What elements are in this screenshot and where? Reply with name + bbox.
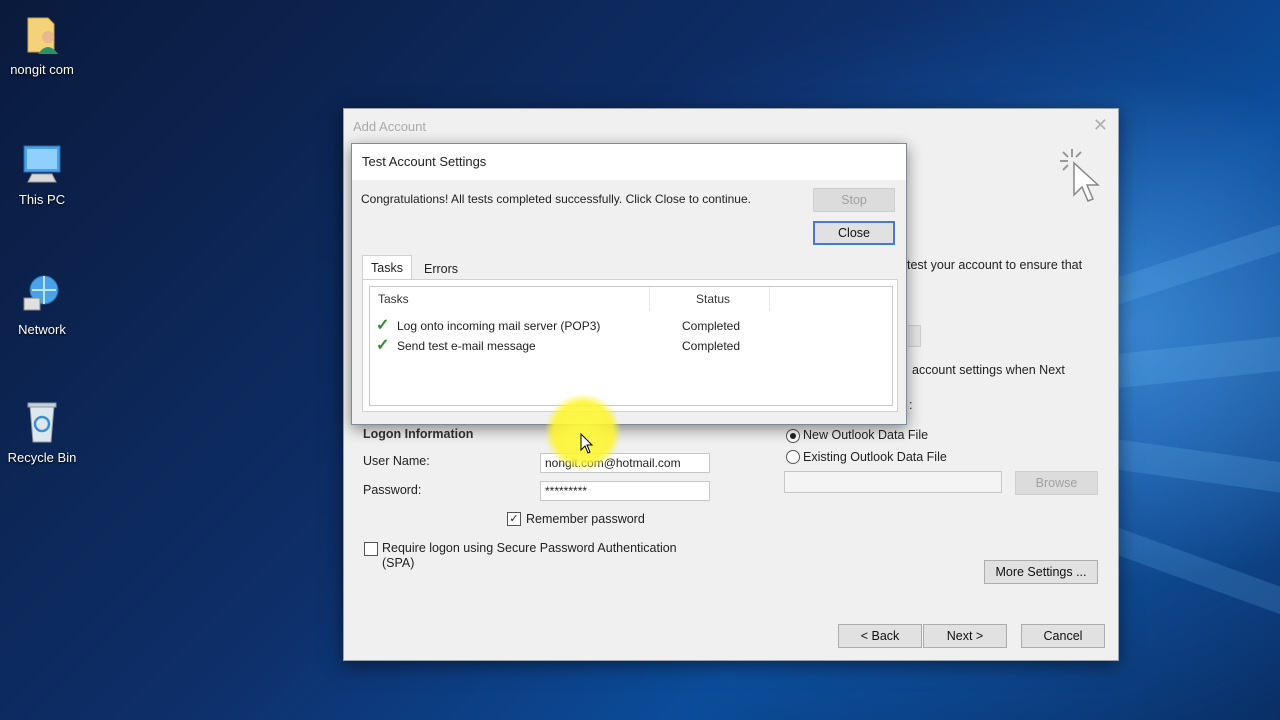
- mouse-pointer-icon: [580, 432, 594, 455]
- column-header-tasks[interactable]: Tasks: [370, 287, 650, 311]
- password-input[interactable]: [540, 481, 710, 501]
- desktop-icon-network[interactable]: Network: [0, 270, 84, 337]
- tab-tasks[interactable]: Tasks: [362, 255, 412, 280]
- more-settings-button[interactable]: More Settings ...: [984, 560, 1098, 584]
- spa-checkbox[interactable]: [364, 542, 378, 556]
- task-row: ✓ Log onto incoming mail server (POP3) C…: [370, 317, 892, 336]
- desktop-icon-recycle-bin[interactable]: Recycle Bin: [0, 398, 84, 465]
- close-icon[interactable]: ✕: [1093, 115, 1108, 136]
- recycle-bin-icon: [18, 398, 66, 446]
- logon-information-heading: Logon Information: [363, 427, 474, 441]
- task-name: Log onto incoming mail server (POP3): [397, 319, 601, 333]
- remember-password-checkbox[interactable]: ✓: [507, 512, 521, 526]
- network-icon: [18, 270, 66, 318]
- column-header-status[interactable]: Status: [657, 287, 770, 311]
- window-title: Add Account: [353, 119, 426, 134]
- user-folder-icon: [18, 10, 66, 58]
- check-icon: ✓: [376, 317, 390, 334]
- tasks-panel: Tasks Status ✓ Log onto incoming mail se…: [362, 279, 898, 412]
- task-row: ✓ Send test e-mail message Completed: [370, 337, 892, 356]
- deliver-text-fragment: :: [909, 398, 913, 412]
- test-account-settings-dialog: Test Account Settings Congratulations! A…: [351, 143, 907, 425]
- intro-text-fragment: test your account to ensure that: [907, 258, 1083, 272]
- password-label: Password:: [363, 483, 422, 497]
- new-data-file-label: New Outlook Data File: [803, 428, 929, 442]
- hidden-button-edge: [908, 325, 921, 347]
- desktop-icon-label: Network: [18, 322, 66, 337]
- back-button[interactable]: < Back: [838, 624, 922, 648]
- data-file-path-input[interactable]: [784, 471, 1002, 493]
- settings-text-fragment: account settings when Next: [912, 363, 1065, 377]
- tab-errors[interactable]: Errors: [414, 258, 468, 280]
- dialog-title: Test Account Settings: [362, 154, 487, 169]
- desktop-icon-label: This PC: [18, 192, 66, 207]
- desktop-icon-this-pc[interactable]: This PC: [0, 140, 84, 207]
- cursor-highlight: [545, 394, 621, 470]
- wizard-cursor-icon: [1058, 147, 1104, 207]
- spa-label: Require logon using Secure Password Auth…: [382, 541, 677, 570]
- task-status: Completed: [682, 339, 741, 353]
- desktop-icon-user[interactable]: nongit com: [0, 10, 84, 77]
- desktop-icon-label: nongit com: [10, 62, 74, 77]
- task-status: Completed: [682, 319, 741, 333]
- task-list: Tasks Status ✓ Log onto incoming mail se…: [369, 286, 893, 406]
- computer-icon: [18, 140, 66, 188]
- new-data-file-radio[interactable]: [786, 429, 800, 443]
- browse-button[interactable]: Browse: [1015, 471, 1098, 495]
- success-message: Congratulations! All tests completed suc…: [361, 192, 751, 206]
- existing-data-file-label: Existing Outlook Data File: [803, 450, 947, 464]
- cancel-button[interactable]: Cancel: [1021, 624, 1105, 648]
- stop-button[interactable]: Stop: [813, 188, 895, 212]
- next-button[interactable]: Next >: [923, 624, 1007, 648]
- desktop-icon-label: Recycle Bin: [7, 450, 77, 465]
- user-name-label: User Name:: [363, 454, 430, 468]
- existing-data-file-radio[interactable]: [786, 450, 800, 464]
- close-button[interactable]: Close: [813, 221, 895, 245]
- check-icon: ✓: [376, 337, 390, 354]
- task-name: Send test e-mail message: [397, 339, 536, 353]
- dialog-titlebar: Test Account Settings: [352, 144, 906, 180]
- remember-password-label: Remember password: [526, 512, 645, 526]
